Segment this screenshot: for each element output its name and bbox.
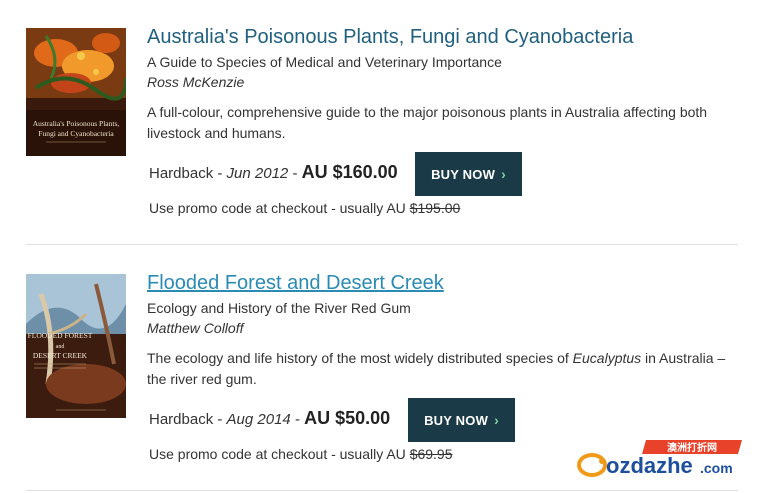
divider — [26, 244, 738, 245]
book-details: Flooded Forest and Desert Creek Ecology … — [147, 268, 742, 462]
format-label: Hardback — [149, 165, 214, 182]
watermark-tld: .com — [700, 460, 733, 476]
book-subtitle: A Guide to Species of Medical and Veteri… — [147, 54, 502, 70]
price: AU $160.00 — [301, 162, 398, 182]
original-price: $195.00 — [409, 200, 461, 216]
publish-date: Aug 2014 — [226, 411, 291, 428]
book-cover[interactable]: FLOODED FOREST and DESERT CREEK — [26, 274, 126, 418]
format-price: Hardback - Jun 2012 - AU $160.00 — [149, 162, 398, 182]
chevron-right-icon: › — [501, 166, 506, 182]
book-description: A full-colour, comprehensive guide to th… — [147, 104, 708, 141]
book-description: The ecology and life history of the most… — [147, 348, 742, 390]
price-row: Hardback - Jun 2012 - AU $160.00 BUY NOW… — [147, 152, 742, 196]
book-title[interactable]: Australia's Poisonous Plants, Fungi and … — [147, 22, 742, 52]
watermark-brand: ozdazhe — [606, 453, 693, 478]
price: AU $50.00 — [304, 408, 391, 428]
svg-text:Australia's Poisonous Plants,: Australia's Poisonous Plants, — [33, 119, 120, 128]
watermark-logo: 澳洲打折网 ozdazhe .com — [576, 438, 746, 482]
chevron-right-icon: › — [494, 412, 499, 428]
svg-text:and: and — [56, 344, 65, 350]
book-author: Ross McKenzie — [147, 74, 245, 90]
format-price: Hardback - Aug 2014 - AU $50.00 — [149, 408, 391, 428]
promo-label: Use promo code at checkout - usually AU — [149, 446, 406, 462]
divider — [26, 490, 738, 491]
book-cover[interactable]: Australia's Poisonous Plants, Fungi and … — [26, 28, 126, 156]
buy-now-button[interactable]: BUY NOW › — [415, 152, 522, 196]
buy-now-label: BUY NOW — [424, 412, 489, 428]
cover-title-1: FLOODED FOREST — [28, 331, 93, 340]
description-emphasis: Eucalyptus — [572, 350, 642, 366]
book-title-link[interactable]: Flooded Forest and Desert Creek — [147, 268, 742, 298]
book-details: Australia's Poisonous Plants, Fungi and … — [147, 22, 742, 216]
cover-title-2: DESERT CREEK — [33, 351, 88, 360]
original-price: $69.95 — [409, 446, 453, 462]
buy-now-label: BUY NOW — [431, 166, 496, 182]
promo-text: Use promo code at checkout - usually AU … — [149, 200, 742, 216]
format-label: Hardback — [149, 411, 214, 428]
promo-label: Use promo code at checkout - usually AU — [149, 200, 406, 216]
book-author: Matthew Colloff — [147, 320, 244, 336]
buy-now-button[interactable]: BUY NOW › — [408, 398, 515, 442]
book-subtitle: Ecology and History of the River Red Gum — [147, 300, 411, 316]
description-text: The ecology and life history of the most… — [147, 350, 573, 366]
publish-date: Jun 2012 — [226, 165, 289, 182]
price-row: Hardback - Aug 2014 - AU $50.00 BUY NOW › — [147, 398, 742, 442]
svg-text:Fungi and Cyanobacteria: Fungi and Cyanobacteria — [38, 129, 114, 138]
